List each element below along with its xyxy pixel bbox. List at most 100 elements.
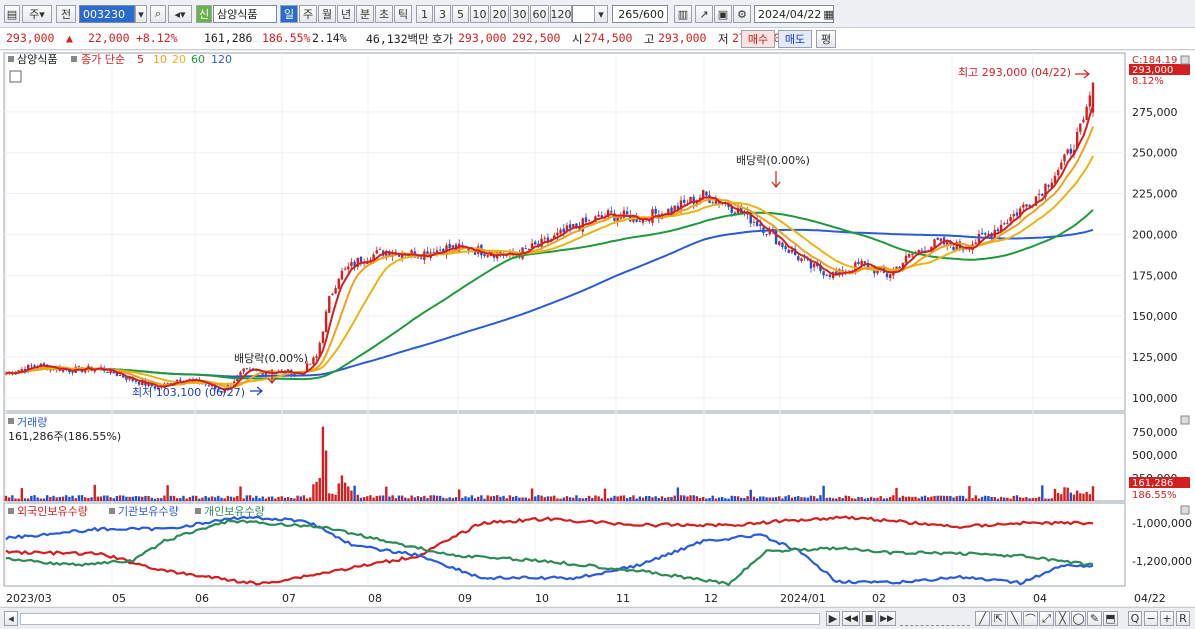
nav-play-icon[interactable]: ▶ [826,611,840,626]
market-select[interactable]: 주 ▾ [22,5,52,23]
candle-body [705,191,708,196]
period-tab-6[interactable]: 틱 [394,5,412,23]
buy-button[interactable]: 매수 [741,30,775,48]
volume-bar [1079,493,1082,501]
interval-tab-5[interactable]: 5 [452,5,469,23]
candle-type-icon[interactable]: ▥ [674,5,692,23]
volume-bar [676,487,680,501]
volume-bar [930,496,933,501]
period-tab-1[interactable]: 주 [299,5,317,23]
gear-icon[interactable]: ⚙ [733,5,751,23]
interval-tab-20[interactable]: 20 [490,5,509,23]
investor-tick-label: -1,000,000 [1132,517,1192,530]
candle-body [137,381,141,385]
stock-chart[interactable]: 275,000 250,000 225,000 200,000 175,000 150,0… [0,51,1195,606]
draw-tool-icon[interactable]: ╳ [1055,611,1070,626]
interval-tab-30[interactable]: 30 [510,5,529,23]
draw-tool-icon[interactable]: ◯ [1071,611,1086,626]
volume-bar [651,497,654,501]
draw-tool-icon[interactable]: ⌒ [1023,611,1038,626]
save-icon[interactable]: ▣ [714,5,732,23]
candle-body [1041,193,1044,196]
volume-bar [831,498,835,501]
volume-bar [736,496,740,501]
panel-scroll-icon[interactable] [1180,415,1190,425]
legend-individual: 개인보유수량 [204,505,265,518]
date-input[interactable]: 2024/04/22 ▦ [754,5,834,23]
volume-bar [483,498,486,501]
interval-tab-3[interactable]: 3 [434,5,451,23]
draw-tool-icon[interactable]: ↗ [695,5,713,23]
panel-scroll-icon[interactable] [1180,55,1190,65]
nav-stop-icon[interactable]: ■ [862,611,876,626]
draw-tool-icon[interactable]: ╲ [1007,611,1022,626]
interval-tab-1[interactable]: 1 [416,5,433,23]
period-tab-2[interactable]: 월 [318,5,336,23]
speaker-icon[interactable]: ◂▾ [168,5,192,23]
volume-bar [638,496,642,501]
bar-count-field[interactable]: 265/600 [612,5,668,23]
volume-bar [939,495,943,501]
draw-tool-icon[interactable]: ⇱ [991,611,1006,626]
candle-body [597,214,600,217]
volume-bar [137,496,141,501]
volume-bar [369,495,372,501]
nav-forward-icon[interactable]: ▶▶ [878,611,896,626]
interval-tab-10[interactable]: 10 [470,5,489,23]
reset-icon[interactable]: R [1176,611,1190,626]
candle-body [904,255,908,263]
volume-bar [404,497,407,501]
volume-bar [115,496,119,501]
pyeong-button[interactable]: 평 [816,30,836,48]
scroll-left-icon[interactable]: ◂ [4,611,18,626]
interval-tab-60[interactable]: 60 [530,5,549,23]
draw-tool-icon[interactable]: ╱ [975,611,990,626]
search-icon[interactable]: ⌕ [150,5,166,23]
volume-bar [321,426,325,501]
speed-slider[interactable] [900,612,970,626]
volume-bar [816,498,819,501]
volume-bar [901,495,905,501]
volume-bar [711,495,714,501]
open-label: 시 [572,32,583,46]
zoom-in-icon[interactable]: + [1160,611,1174,626]
volume-bar [774,497,778,501]
volume-bar [727,498,730,501]
candle-body [562,228,565,233]
volume-bar [1025,497,1028,501]
draw-tool-icon[interactable]: ⤢ [1039,611,1054,626]
period-tab-3[interactable]: 년 [337,5,355,23]
candle-body [974,242,977,245]
volume-bar [1075,490,1079,501]
table-icon[interactable] [9,70,22,83]
volume-bar [1050,498,1054,501]
volume-value: 161,286 [204,31,253,45]
code-dropdown-icon[interactable]: ▾ [135,5,147,23]
period-tab-4[interactable]: 분 [356,5,374,23]
horizontal-scrollbar[interactable] [20,613,820,625]
chart-area[interactable]: 275,000 250,000 225,000 200,000 175,000 150,0… [0,51,1195,606]
volume-bar [1053,489,1057,501]
calendar-icon[interactable]: ▦ [823,8,833,21]
date-tick-label: 12 [704,592,718,605]
volume-bar [223,498,226,501]
candle-body [343,268,347,270]
period-tab-0[interactable]: 일 [280,5,298,23]
draw-tool-icon[interactable]: ⬒ [1103,611,1118,626]
panel-scroll-icon[interactable] [1180,505,1190,515]
period-tab-5[interactable]: 초 [375,5,393,23]
menu-icon[interactable]: ▤ [4,5,20,23]
volume-bar [172,495,176,501]
jeon-button[interactable]: 전 [56,5,76,23]
draw-tool-icon[interactable]: ✎ [1087,611,1102,626]
sell-button[interactable]: 매도 [778,30,812,48]
price-tick-label: 150,000 [1132,310,1178,323]
stock-code-input[interactable]: 003230 [79,5,135,23]
nav-rewind-icon[interactable]: ◀◀ [842,611,860,626]
zoom-search-icon[interactable]: Q [1128,611,1142,626]
interval-dropdown-icon[interactable]: ▾ [594,5,608,23]
zoom-out-icon[interactable]: − [1144,611,1158,626]
date-tick-label: 09 [458,592,472,605]
volume-bar [33,495,36,501]
interval-tab-120[interactable]: 120 [550,5,572,23]
